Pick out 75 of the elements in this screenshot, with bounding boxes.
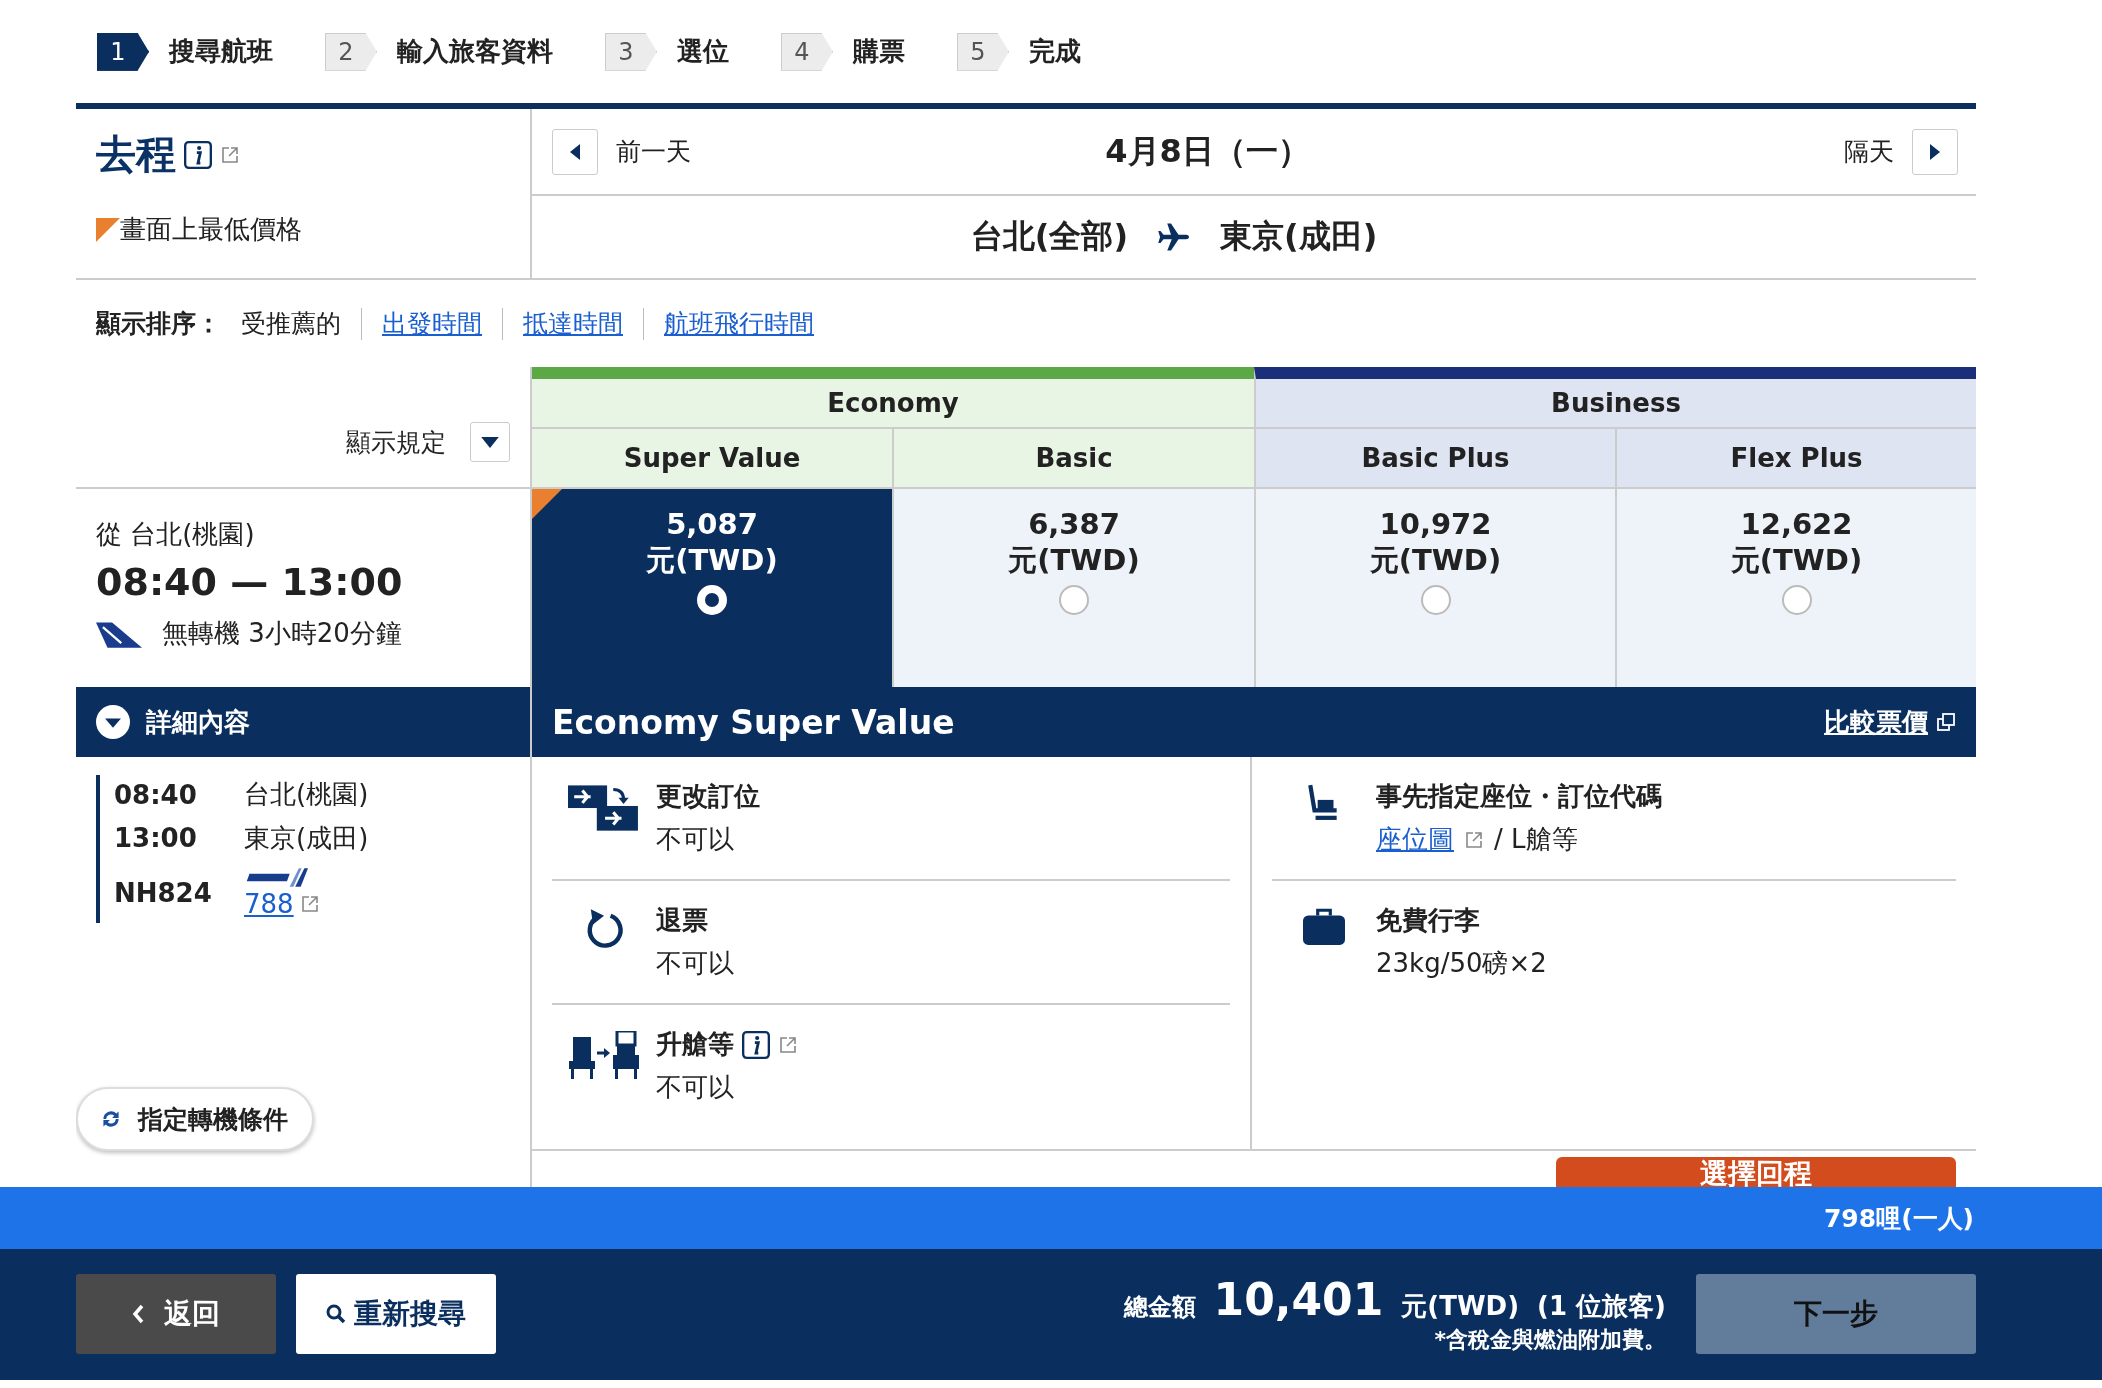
fare-option[interactable]: 6,387 元(TWD)	[892, 489, 1254, 688]
step-label: 搜尋航班	[169, 35, 273, 69]
flight-number: NH824	[114, 877, 213, 908]
seat-map-link[interactable]: 座位圖	[1376, 822, 1454, 858]
step-number: 1	[97, 32, 149, 71]
flight-times: 08:40 — 13:00	[96, 560, 404, 605]
rule-title: 更改訂位	[656, 780, 760, 814]
departure-airport: 從 台北(桃園)	[96, 518, 256, 552]
step-label: 購票	[853, 35, 905, 69]
total-currency: 元(TWD)	[1401, 1289, 1520, 1323]
fare-currency: 元(TWD)	[1369, 542, 1502, 580]
fare-type-header: Basic	[892, 429, 1254, 490]
rule-title: 事先指定座位・訂位代碼	[1376, 780, 1662, 814]
sort-option[interactable]: 受推薦的	[241, 307, 341, 341]
next-button[interactable]: 下一步	[1696, 1274, 1976, 1355]
section-title: 去程	[96, 130, 176, 180]
fare-currency: 元(TWD)	[1730, 542, 1863, 580]
fare-detail-title: Economy Super Value	[552, 702, 955, 742]
fare-price: 10,972	[1379, 507, 1492, 542]
rule-value: / L艙等	[1494, 823, 1578, 857]
fare-price: 5,087	[666, 507, 758, 542]
cabin-header: Business	[1254, 367, 1976, 430]
total-label: 總金額	[1123, 1291, 1196, 1323]
sort-option[interactable]: 出發時間	[382, 307, 482, 341]
fare-option[interactable]: 12,622 元(TWD)	[1615, 489, 1976, 688]
aircraft-link[interactable]: 788	[244, 888, 294, 919]
arrival-time: 13:00	[114, 823, 198, 854]
cabin-header: Economy	[532, 367, 1254, 430]
rule-title: 退票	[656, 904, 708, 938]
next-day-link[interactable]: 隔天	[1844, 135, 1894, 169]
rule-value: 不可以	[656, 1071, 734, 1105]
new-search-button[interactable]: 重新搜尋	[296, 1274, 496, 1355]
fare-currency: 元(TWD)	[1008, 542, 1140, 580]
select-return-button[interactable]: 選擇回程	[1556, 1157, 1956, 1188]
back-button[interactable]: 返回	[76, 1274, 276, 1355]
step-number: 2	[325, 32, 377, 71]
legend-text: 畫面上最低價格	[120, 213, 302, 247]
rule-value: 不可以	[656, 947, 734, 981]
mileage-label: 798哩(一人)	[1823, 1202, 1974, 1235]
date-label: 4月8日（一）	[1104, 130, 1311, 172]
details-bar[interactable]: 詳細內容	[76, 687, 532, 758]
fare-option[interactable]: 5,087 元(TWD)	[532, 489, 892, 688]
rule-title: 免費行李	[1376, 904, 1480, 938]
compare-fares-link[interactable]: 比較票價	[1824, 704, 1928, 740]
origin-city: 台北(全部)	[970, 216, 1128, 258]
sort-label: 顯示排序：	[96, 308, 221, 341]
transfer-conditions-button[interactable]: 指定轉機條件	[76, 1087, 314, 1152]
step-label: 完成	[1029, 35, 1081, 69]
step-number: 3	[605, 32, 657, 71]
fare-price: 12,622	[1740, 507, 1853, 542]
fare-type-header: Flex Plus	[1615, 429, 1976, 490]
previous-day-link[interactable]: 前一天	[616, 135, 691, 169]
flight-duration: 無轉機 3小時20分鐘	[162, 617, 402, 651]
fare-type-header: Super Value	[532, 429, 892, 490]
departure-airport: 台北(桃園)	[244, 778, 370, 812]
passenger-count: (1 位旅客)	[1537, 1289, 1666, 1323]
step-number: 5	[957, 32, 1009, 71]
fare-currency: 元(TWD)	[646, 542, 778, 580]
fare-option[interactable]: 10,972 元(TWD)	[1254, 489, 1615, 688]
rule-value: 不可以	[656, 823, 734, 857]
total-amount: 10,401	[1213, 1273, 1384, 1325]
departure-time: 08:40	[114, 779, 198, 810]
sort-option[interactable]: 航班飛行時間	[664, 307, 814, 341]
fare-price: 6,387	[1028, 507, 1120, 542]
arrival-airport: 東京(成田)	[244, 821, 370, 855]
step-number: 4	[781, 32, 833, 71]
fare-type-header: Basic Plus	[1254, 429, 1615, 490]
sort-option[interactable]: 抵達時間	[523, 307, 623, 341]
display-rules-label: 顯示規定	[346, 426, 446, 459]
tax-note: *含稅金與燃油附加費。	[1434, 1325, 1666, 1354]
destination-city: 東京(成田)	[1220, 216, 1378, 258]
rule-title: 升艙等	[656, 1028, 734, 1062]
step-label: 選位	[677, 35, 729, 69]
step-label: 輸入旅客資料	[397, 35, 553, 69]
rule-value: 23kg/50磅×2	[1376, 947, 1547, 981]
